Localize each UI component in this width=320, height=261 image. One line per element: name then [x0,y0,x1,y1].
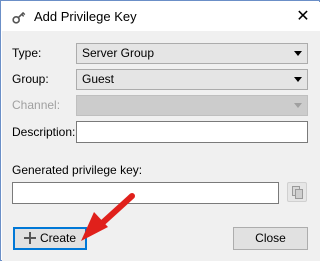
description-input[interactable] [76,121,308,143]
close-button-label: Close [255,231,286,245]
chevron-down-icon [294,51,302,56]
add-privilege-key-dialog: Add Privilege Key ✕ Type: Server Group G… [0,0,320,261]
window-title: Add Privilege Key [34,9,137,24]
key-icon [12,11,26,24]
generated-key-label: Generated privilege key: [12,163,143,177]
type-select-value: Server Group [82,46,155,60]
group-select[interactable]: Guest [76,69,308,90]
group-label: Group: [12,72,49,86]
copy-icon-front [295,189,303,199]
chevron-down-icon [294,77,302,82]
group-select-value: Guest [82,72,115,86]
dialog-body: Type: Server Group Group: Guest Channel:… [2,31,320,261]
chevron-down-icon [294,103,302,108]
create-button-label: Create [39,231,77,245]
generated-key-field[interactable] [12,182,279,204]
channel-select [76,95,308,116]
type-select[interactable]: Server Group [76,43,308,64]
channel-label: Channel: [12,98,61,112]
create-button[interactable]: Create [13,227,87,250]
description-label: Description: [12,125,76,139]
type-label: Type: [12,46,42,60]
title-bar: Add Privilege Key ✕ [2,2,320,31]
copy-key-button[interactable] [287,182,307,202]
plus-icon [23,231,36,244]
close-button[interactable]: Close [233,227,308,250]
close-window-icon[interactable]: ✕ [292,7,314,27]
